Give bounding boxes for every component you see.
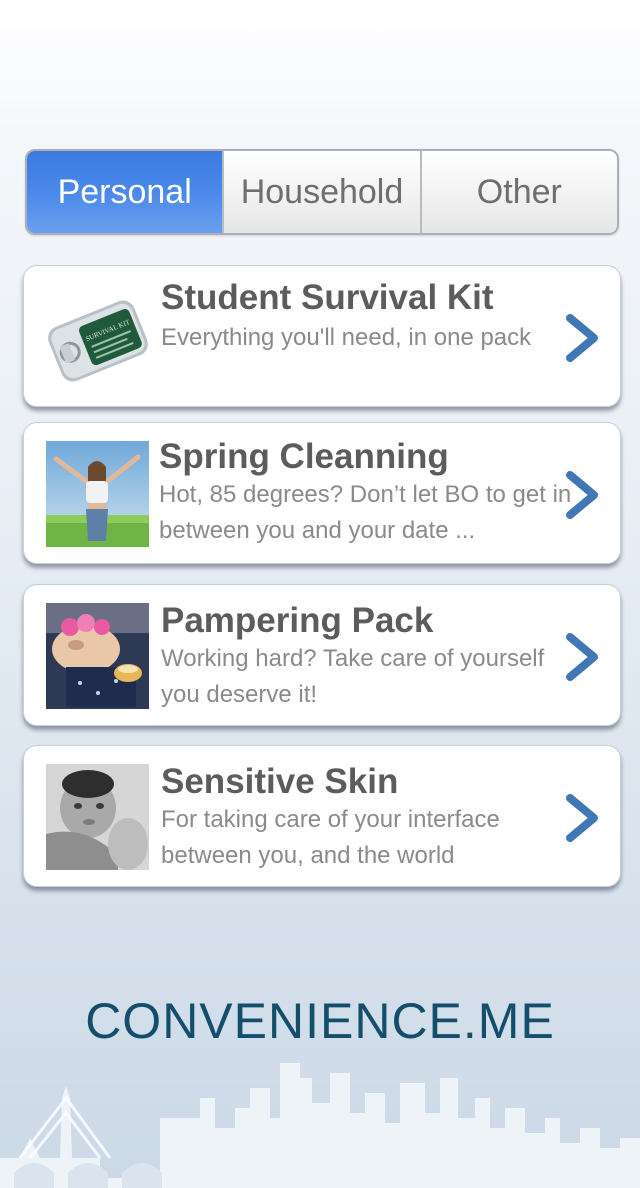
chevron-right-icon bbox=[566, 633, 598, 681]
segment-household[interactable]: Household bbox=[222, 151, 420, 233]
woman-in-field-thumbnail bbox=[46, 441, 149, 547]
chevron-right-icon bbox=[566, 314, 598, 362]
item-title: Student Survival Kit bbox=[161, 278, 494, 317]
brand-wordmark: CONVENIENCE.ME bbox=[85, 993, 555, 1049]
segment-personal[interactable]: Personal bbox=[27, 151, 223, 233]
item-title: Pampering Pack bbox=[161, 601, 434, 640]
list-item-student-survival-kit[interactable]: SURVIVAL KIT Student Survival Kit Everyt… bbox=[23, 265, 621, 407]
list-item-pampering-pack[interactable]: Pampering Pack Working hard? Take care o… bbox=[23, 584, 621, 726]
city-skyline-illustration bbox=[0, 1063, 640, 1188]
list-item-spring-cleanning[interactable]: Spring Cleanning Hot, 85 degrees? Don’t … bbox=[23, 422, 621, 564]
chevron-right-icon bbox=[566, 471, 598, 519]
item-title: Spring Cleanning bbox=[159, 437, 449, 476]
chevron-right-icon bbox=[566, 794, 598, 842]
item-description: Everything you'll need, in one pack bbox=[161, 324, 532, 351]
item-title: Sensitive Skin bbox=[161, 762, 399, 801]
baby-thumbnail bbox=[46, 764, 149, 870]
segment-other[interactable]: Other bbox=[419, 151, 617, 233]
category-segmented-control: Personal Household Other bbox=[25, 149, 619, 235]
bulldog-thumbnail bbox=[46, 603, 149, 709]
item-description: Hot, 85 degrees? Don’t let BO to get in … bbox=[159, 481, 572, 544]
item-description: For taking care of your interface betwee… bbox=[161, 806, 500, 869]
survival-kit-thumbnail: SURVIVAL KIT bbox=[46, 288, 149, 394]
list-item-sensitive-skin[interactable]: Sensitive Skin For taking care of your i… bbox=[23, 745, 621, 887]
item-description: Working hard? Take care of yourself you … bbox=[161, 645, 545, 708]
